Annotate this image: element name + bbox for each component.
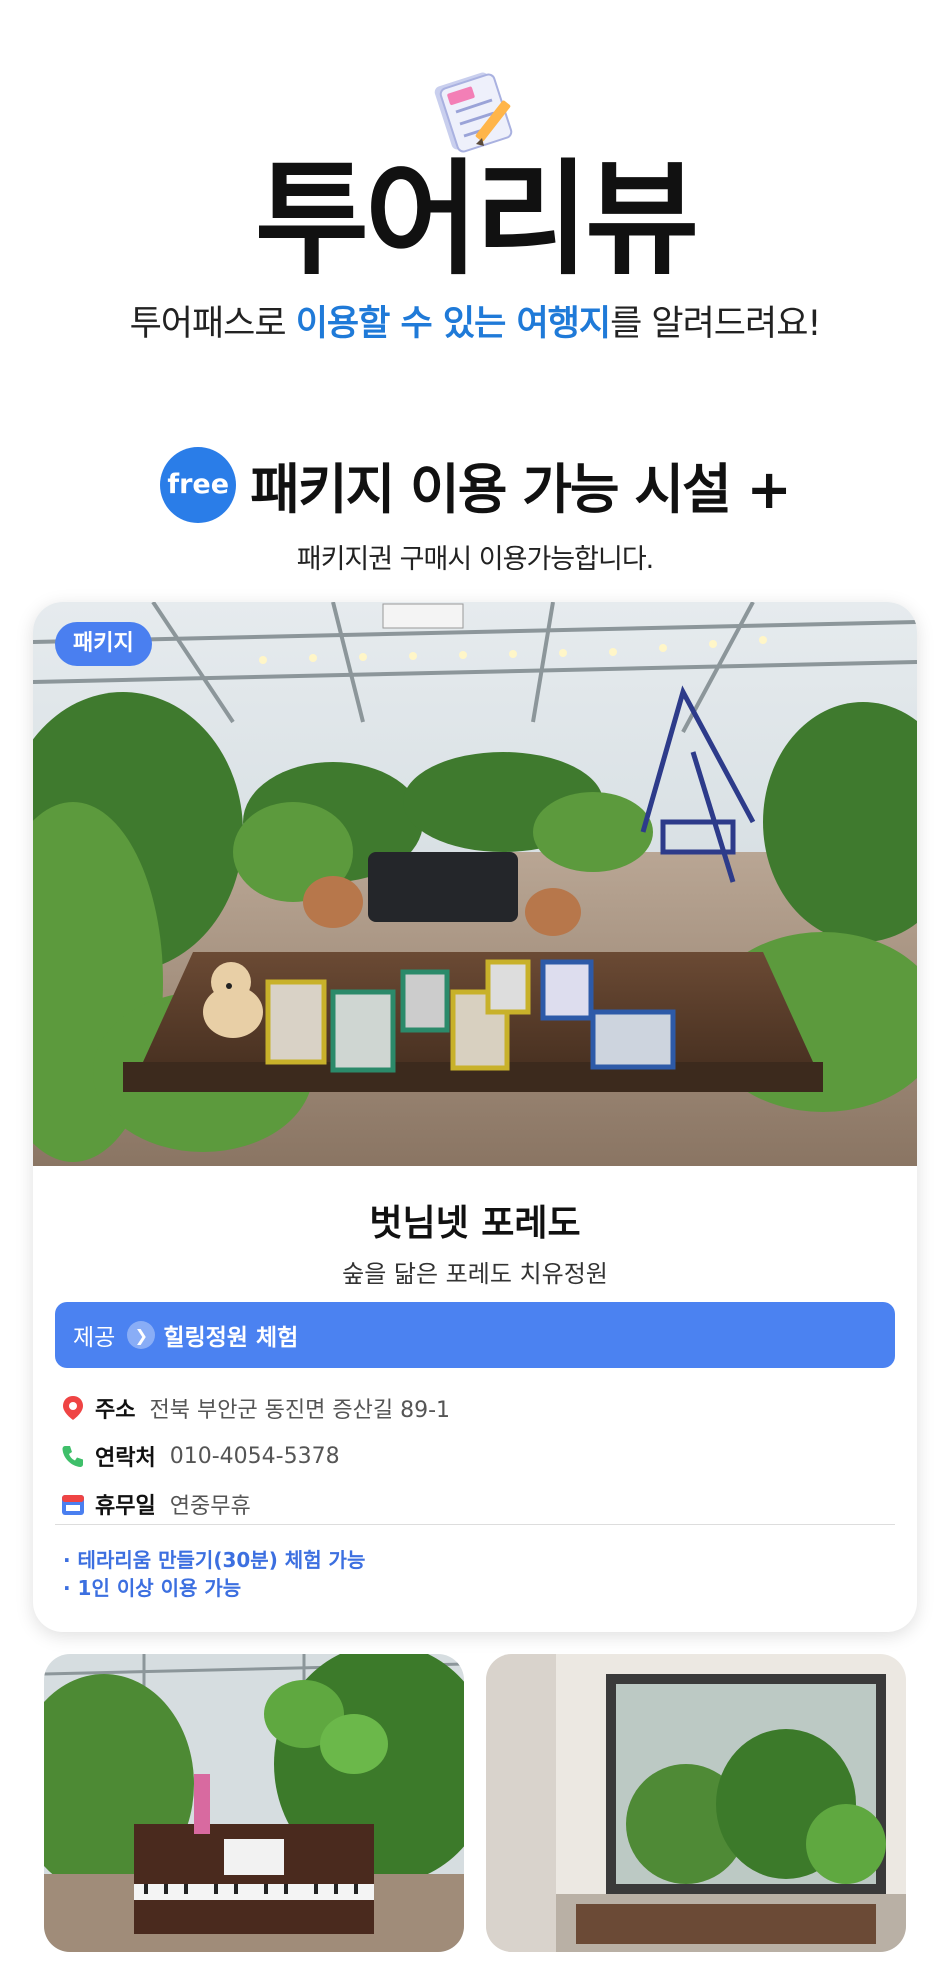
phone-icon (62, 1446, 83, 1467)
place-photo (33, 602, 917, 1166)
gallery-photo-piano[interactable] (44, 1654, 464, 1952)
location-pin-icon (63, 1396, 83, 1420)
section-header: free 패키지 이용 가능 시설 + (0, 445, 950, 524)
phone-row: 연락처 010-4054-5378 (59, 1440, 340, 1472)
page-subtitle: 투어패스로 이용할 수 있는 여행지를 알려드려요! (0, 295, 950, 346)
offer-bar: 제공 ❯ 힐링정원 체험 (55, 1302, 895, 1368)
address-value: 전북 부안군 동진면 증산길 89-1 (149, 1398, 451, 1423)
page-title: 투어리뷰 (254, 148, 699, 292)
note-item: · 테라리움 만들기(30분) 체험 가능 (63, 1548, 366, 1572)
section-description: 패키지권 구매시 이용가능합니다. (296, 544, 655, 575)
free-badge: free (160, 446, 237, 523)
holiday-value: 연중무휴 (169, 1494, 251, 1519)
calendar-icon (62, 1495, 84, 1515)
gallery-photo-terrarium[interactable] (486, 1654, 906, 1952)
chevron-right-icon: ❯ (127, 1321, 156, 1349)
package-badge: 패키지 (55, 622, 152, 666)
notepad-icon (434, 72, 513, 153)
subtitle-pre: 투어패스로 (129, 304, 296, 344)
subtitle-highlight: 이용할 수 있는 여행지 (295, 304, 611, 344)
note-item: · 1인 이상 이용 가능 (63, 1576, 242, 1600)
subtitle-post: 를 알려드려요! (610, 304, 821, 344)
section-title: 패키지 이용 가능 시설 + (250, 458, 792, 521)
divider (55, 1524, 895, 1525)
offer-value: 힐링정원 체험 (163, 1325, 299, 1351)
phone-value[interactable]: 010-4054-5378 (170, 1444, 340, 1469)
place-card[interactable]: 패키지 벗님넷 포레도 숲을 닮은 포레도 치유정원 제공 ❯ 힐링정원 체험 … (33, 602, 917, 1632)
address-row: 주소 전북 부안군 동진면 증산길 89-1 (59, 1392, 450, 1424)
offer-label: 제공 (73, 1325, 116, 1351)
holiday-row: 휴무일 연중무휴 (59, 1488, 251, 1520)
phone-label: 연락처 (95, 1446, 156, 1471)
place-tagline: 숲을 닮은 포레도 치유정원 (342, 1260, 608, 1288)
address-label: 주소 (95, 1398, 136, 1423)
holiday-label: 휴무일 (95, 1494, 156, 1519)
place-name: 벗님넷 포레도 (369, 1203, 581, 1244)
